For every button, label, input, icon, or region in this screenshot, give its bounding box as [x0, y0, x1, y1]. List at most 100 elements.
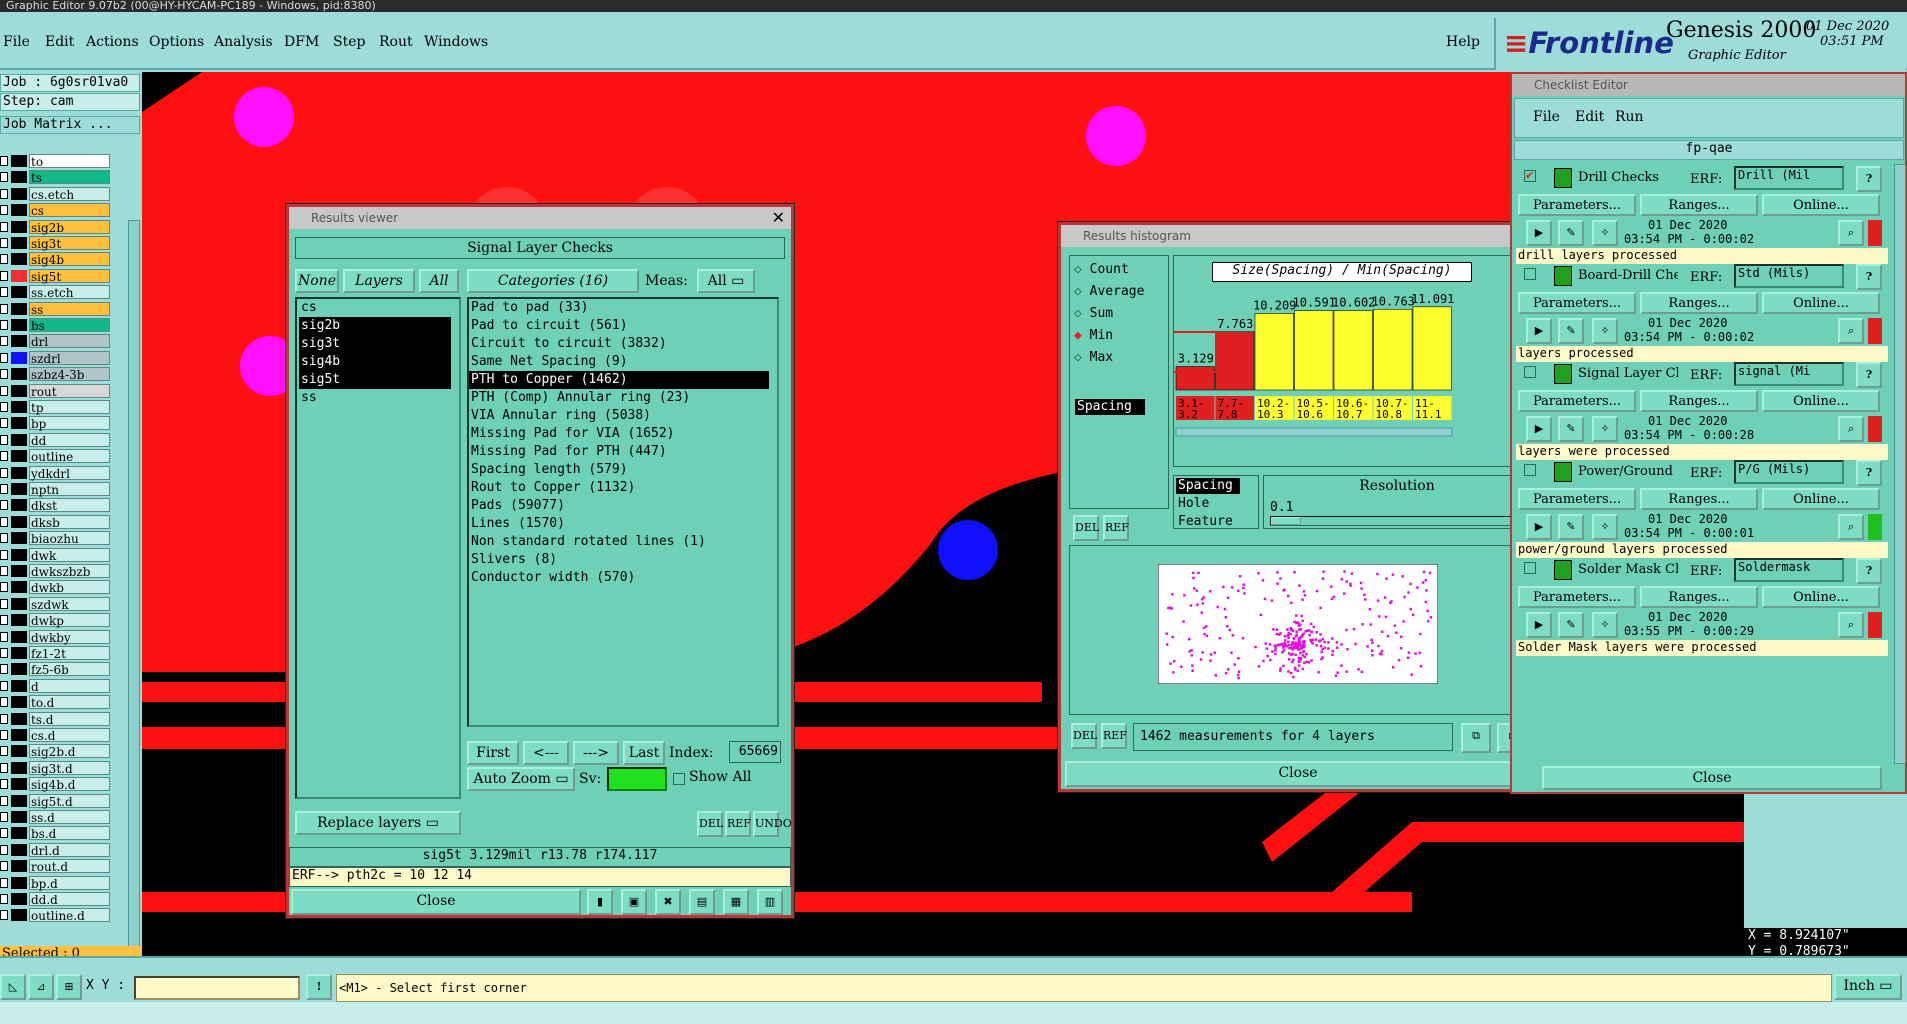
- layer-list-box[interactable]: cs sig2b sig3t sig4b sig5t ss: [295, 297, 461, 799]
- close-button[interactable]: Close: [291, 889, 581, 915]
- layer-checkbox[interactable]: [0, 664, 8, 675]
- layer-row[interactable]: szdwk: [0, 596, 112, 612]
- category-list[interactable]: Pad to pad (33) Pad to circuit (561) Circu…: [467, 297, 779, 727]
- layer-checkbox[interactable]: [0, 418, 8, 429]
- sv-color-dropdown[interactable]: [607, 767, 667, 791]
- checklist-menu-run[interactable]: Run: [1615, 109, 1644, 125]
- next-button[interactable]: --->: [573, 741, 619, 765]
- run-icon[interactable]: ▶: [1526, 514, 1552, 540]
- delete-icon[interactable]: ✖: [655, 889, 681, 915]
- defect-map[interactable]: [1158, 564, 1438, 684]
- undo-icon[interactable]: UNDO: [753, 811, 792, 837]
- config-icon[interactable]: ✧: [1592, 514, 1618, 540]
- erf-field[interactable]: Std (Mils): [1734, 264, 1844, 288]
- all-button[interactable]: All: [419, 269, 459, 293]
- layer-row[interactable]: szdrl: [0, 350, 112, 366]
- zoom-icon[interactable]: ⌕: [1838, 416, 1864, 442]
- layer-row[interactable]: sig2b: [0, 219, 112, 235]
- tools-icon[interactable]: ✎: [1558, 318, 1584, 344]
- category-item[interactable]: Pads (59077): [469, 497, 769, 515]
- item-name[interactable]: Signal Layer Ch: [1578, 366, 1678, 381]
- none-button[interactable]: None: [295, 269, 339, 293]
- item-checkbox[interactable]: [1524, 366, 1536, 378]
- layer-checkbox[interactable]: [0, 188, 8, 199]
- category-item[interactable]: Pad to pad (33): [469, 299, 769, 317]
- result-layer-item[interactable]: cs: [299, 299, 451, 317]
- layer-row[interactable]: cs.etch: [0, 186, 112, 202]
- layer-row[interactable]: cs.d: [0, 728, 112, 743]
- ref-icon[interactable]: REF: [725, 811, 751, 837]
- histogram-bar[interactable]: [1254, 313, 1294, 391]
- layer-row[interactable]: tp: [0, 400, 112, 415]
- show-all-checkbox[interactable]: [673, 773, 685, 785]
- layer-checkbox[interactable]: [0, 516, 8, 527]
- layers-button[interactable]: Layers: [343, 269, 415, 293]
- layer-checkbox[interactable]: [0, 434, 8, 445]
- layer-row[interactable]: ss: [0, 301, 112, 317]
- checklist-scrollbar[interactable]: [1894, 164, 1906, 764]
- result-layer-item[interactable]: ss: [299, 389, 451, 407]
- layer-row[interactable]: ss.d: [0, 810, 112, 825]
- stat-option[interactable]: ◆ Min: [1074, 328, 1113, 343]
- layer-checkbox[interactable]: [0, 697, 8, 708]
- layer-checkbox[interactable]: [0, 500, 8, 511]
- layer-checkbox[interactable]: [0, 910, 8, 921]
- histogram-bar[interactable]: [1175, 366, 1215, 391]
- layer-checkbox[interactable]: [0, 352, 8, 363]
- grid-icon[interactable]: ⊞: [56, 974, 82, 1000]
- layer-list-scrollbar[interactable]: [128, 220, 140, 1010]
- report-icon[interactable]: ▤: [689, 889, 715, 915]
- online-button[interactable]: Online...: [1762, 586, 1880, 608]
- item-checkbox[interactable]: [1524, 268, 1536, 280]
- tools-icon[interactable]: ✎: [1558, 612, 1584, 638]
- config-icon[interactable]: ✧: [1592, 318, 1618, 344]
- layer-row[interactable]: sig4b.d: [0, 777, 112, 792]
- category-item[interactable]: Slivers (8): [469, 551, 769, 569]
- category-item[interactable]: PTH to Copper (1462): [469, 371, 769, 389]
- layer-checkbox[interactable]: [0, 648, 8, 658]
- zoom-icon[interactable]: ⌕: [1838, 514, 1864, 540]
- layer-row[interactable]: bp: [0, 416, 112, 431]
- zoom-icon[interactable]: ⌕: [1838, 612, 1864, 638]
- del-icon[interactable]: DEL: [1071, 723, 1097, 749]
- type-list[interactable]: Spacing Hole Feature: [1173, 475, 1259, 529]
- layer-row[interactable]: bs.d: [0, 826, 112, 841]
- erf-field[interactable]: signal (Mi: [1734, 362, 1844, 386]
- category-item[interactable]: Spacing length (579): [469, 461, 769, 479]
- zoom-icon[interactable]: ⌕: [1838, 220, 1864, 246]
- menu-analysis[interactable]: Analysis: [214, 34, 273, 50]
- menu-file[interactable]: File: [3, 34, 30, 50]
- layer-row[interactable]: biaozhu: [0, 531, 112, 546]
- menu-step[interactable]: Step: [333, 34, 365, 50]
- snap-icon[interactable]: ◺: [0, 974, 26, 1000]
- ranges-button[interactable]: Ranges...: [1640, 488, 1758, 510]
- layer-row[interactable]: rout.d: [0, 859, 112, 874]
- histogram-scrollbar[interactable]: [1175, 427, 1453, 437]
- ranges-button[interactable]: Ranges...: [1640, 586, 1758, 608]
- item-checkbox[interactable]: [1524, 464, 1536, 476]
- job-matrix-button[interactable]: Job Matrix ...: [0, 116, 140, 134]
- layer-row[interactable]: sig3t.d: [0, 760, 112, 776]
- layer-row[interactable]: ss.etch: [0, 285, 112, 300]
- layer-checkbox[interactable]: [0, 861, 8, 872]
- checklist-menu-edit[interactable]: Edit: [1575, 109, 1604, 125]
- layer-checkbox[interactable]: [0, 615, 8, 626]
- stat-option[interactable]: ◇ Sum: [1074, 306, 1113, 321]
- layer-row[interactable]: drl.d: [0, 842, 112, 858]
- menu-help[interactable]: Help: [1446, 34, 1480, 50]
- help-icon[interactable]: ?: [1856, 264, 1882, 290]
- layer-checkbox[interactable]: [0, 680, 8, 691]
- config-icon[interactable]: ✧: [1592, 416, 1618, 442]
- layer-checkbox[interactable]: [0, 533, 8, 544]
- layer-row[interactable]: ts: [0, 170, 112, 185]
- help-icon[interactable]: ?: [1856, 460, 1882, 486]
- layer-checkbox[interactable]: [0, 812, 8, 822]
- del-icon[interactable]: DEL: [697, 811, 723, 837]
- config-icon[interactable]: ✧: [1592, 612, 1618, 638]
- layer-checkbox[interactable]: [0, 467, 8, 478]
- chart-icon[interactable]: ▮: [587, 889, 613, 915]
- layer-checkbox[interactable]: [0, 582, 8, 593]
- layer-row[interactable]: dwkszbzb: [0, 564, 112, 579]
- type-item[interactable]: Feature: [1176, 514, 1240, 530]
- parameters-button[interactable]: Parameters...: [1518, 488, 1636, 510]
